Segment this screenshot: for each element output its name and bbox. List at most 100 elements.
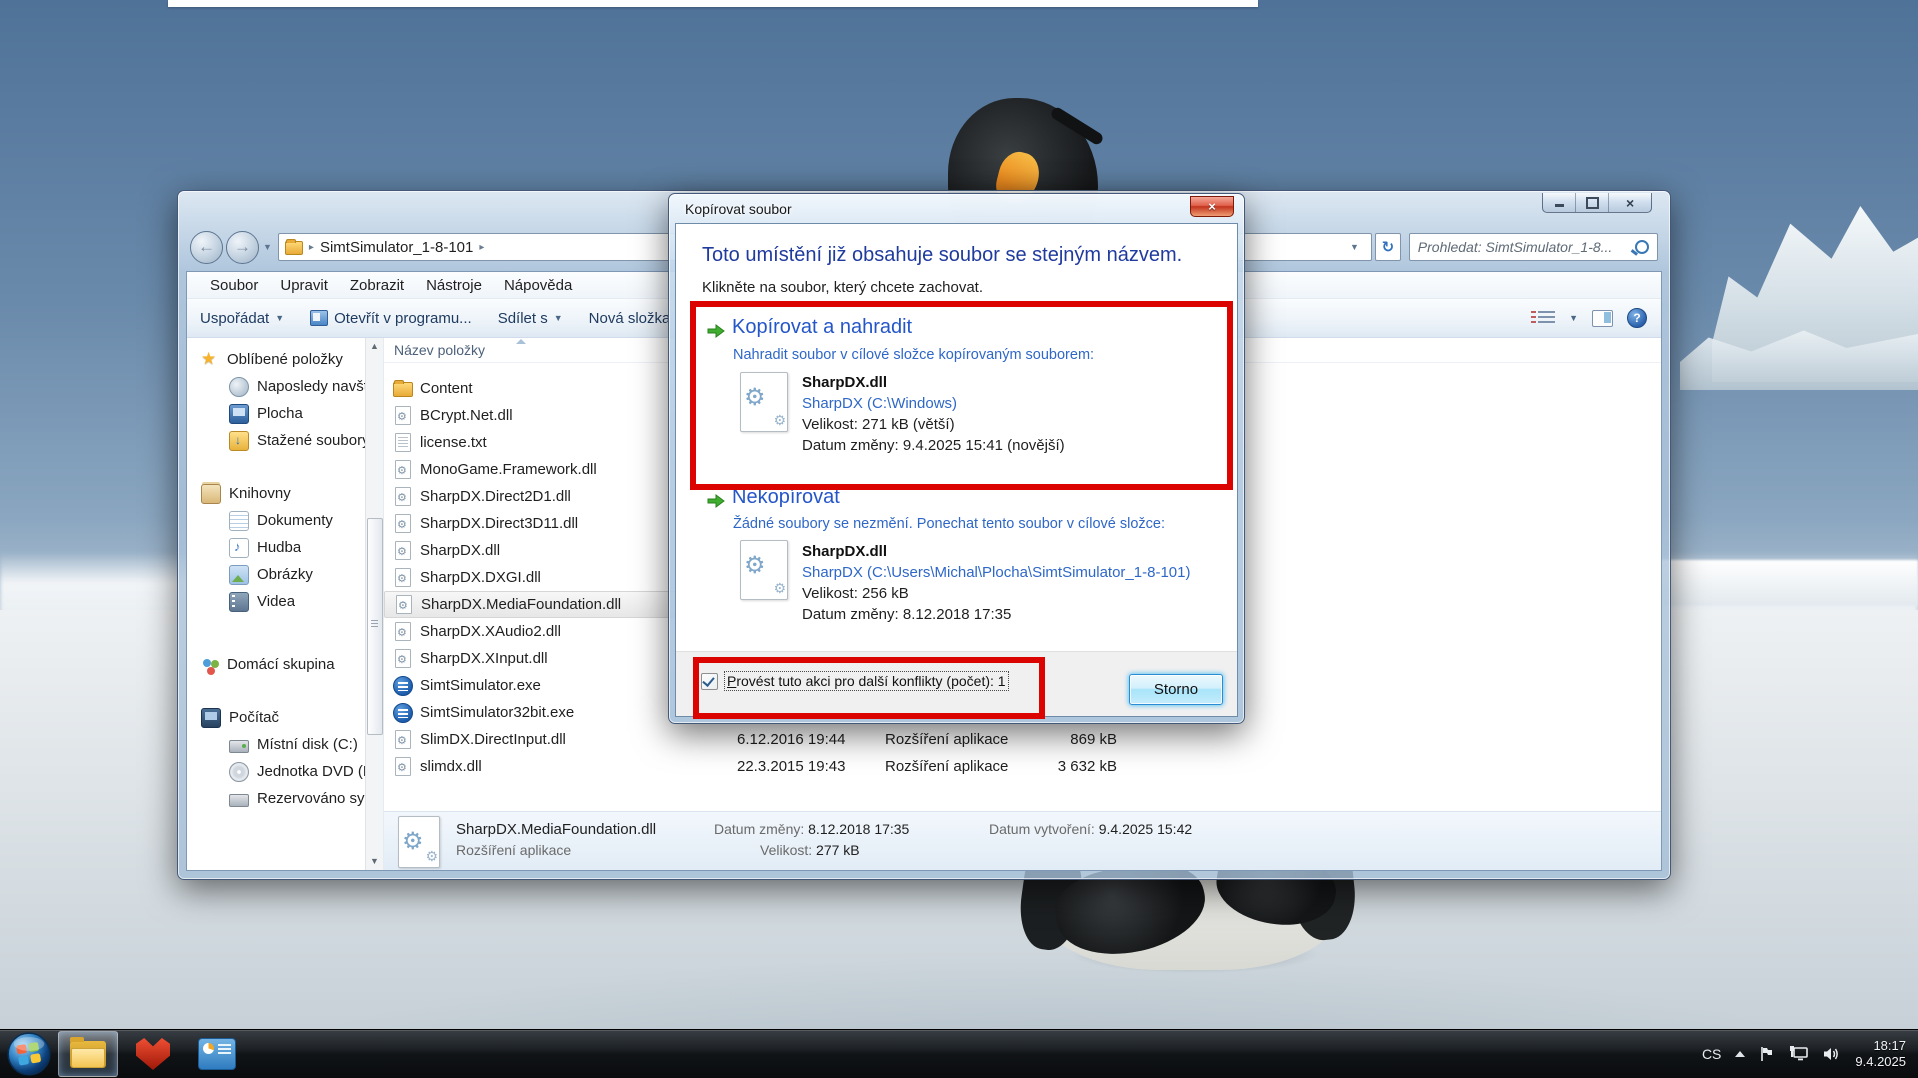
minimize-button[interactable] [1543,193,1576,212]
dialog-title: Kopírovat soubor [685,201,792,217]
dll-file-icon [395,406,411,425]
dialog-subheading: Klikněte na soubor, který chcete zachova… [702,279,983,296]
option-skip-desc: Žádné soubory se nezmění. Ponechat tento… [733,516,1165,532]
action-center-flag-icon[interactable] [1759,1046,1775,1062]
sidebar-group-favorites-star[interactable]: Oblíbené položky [187,346,383,373]
menu-item-soubor[interactable]: Soubor [199,277,269,294]
dll-file-icon [395,622,411,641]
apply-to-all-checkbox[interactable]: Provést tuto akci pro další konflikty (p… [701,672,1008,690]
folder-icon [285,241,303,255]
sidebar-item-label: Plocha [257,405,303,422]
sidebar-item-documents[interactable]: Dokumenty [187,507,383,534]
scroll-thumb[interactable] [367,518,383,735]
search-placeholder: Prohledat: SimtSimulator_1-8... [1418,239,1629,255]
close-icon: × [1626,196,1634,210]
details-created-label: Datum vytvoření: [989,821,1095,837]
clock-date: 9.4.2025 [1855,1054,1906,1070]
videos-icon [229,592,249,612]
address-dropdown-icon[interactable]: ▼ [1350,242,1359,252]
cancel-button[interactable]: Storno [1129,674,1223,705]
dialog-close-button[interactable]: × [1190,196,1234,217]
sidebar-item-downloads[interactable]: Stažené soubory [187,427,383,454]
green-arrow-icon [706,321,726,341]
back-button[interactable]: ← [190,231,223,264]
option-replace-title[interactable]: Kopírovat a nahradit [732,316,912,339]
language-indicator[interactable]: CS [1702,1046,1721,1062]
close-button[interactable]: × [1609,193,1651,212]
taskbar-app-button-red[interactable] [124,1032,182,1076]
green-arrow-icon [706,491,726,511]
checkbox-label[interactable]: Provést tuto akci pro další konflikty (p… [725,672,1008,690]
menu-item-zobrazit[interactable]: Zobrazit [339,277,415,294]
file-row[interactable]: slimdx.dll22.3.2015 19:43Rozšíření aplik… [384,753,1661,780]
views-dropdown-icon[interactable]: ▼ [1569,313,1578,323]
sidebar-group-libraries[interactable]: Knihovny [187,480,383,507]
refresh-button[interactable]: ↻ [1375,233,1401,261]
column-header-name[interactable]: Název položky [384,338,675,362]
sidebar-item-music[interactable]: Hudba [187,534,383,561]
sidebar-item-label: Dokumenty [257,512,333,529]
sidebar-item-hdd-reserved[interactable]: Rezervováno systémem [187,785,383,812]
desktop: × ← → ▼ ▸ SimtSimulator_1-8-101 ▸ ▼ ↻ Pr… [0,0,1918,1078]
maximize-icon [1586,197,1599,209]
breadcrumb-folder[interactable]: SimtSimulator_1-8-101 [320,239,473,256]
option-skip-title[interactable]: Nekopírovat [732,486,840,509]
sidebar-item-pictures[interactable]: Obrázky [187,561,383,588]
taskbar-explorer-button[interactable] [58,1031,118,1077]
checkbox-checked-icon[interactable] [701,673,718,690]
preview-pane-icon[interactable] [1592,310,1613,327]
dll-file-icon [396,595,412,614]
minimize-icon [1555,204,1564,207]
favorites-star-icon [201,351,219,369]
sidebar-item-label: Jednotka DVD (D:) [257,763,379,780]
share-button[interactable]: Sdílet s▼ [485,310,576,327]
nav-scrollbar[interactable]: ▲ ▼ [365,338,383,870]
file-col-type: Rozšíření aplikace [885,758,1008,775]
file-row[interactable]: SlimDX.DirectInput.dll6.12.2016 19:44Roz… [384,726,1661,753]
homegroup-icon [201,656,219,674]
help-icon[interactable]: ? [1627,308,1647,328]
replace-file-modified: Datum změny: 9.4.2025 15:41 (novější) [802,435,1065,456]
open-with-button[interactable]: Otevřít v programu... [297,310,485,327]
dll-file-icon [395,460,411,479]
scroll-up-icon[interactable]: ▲ [366,338,383,355]
volume-icon[interactable] [1823,1046,1841,1062]
network-icon[interactable] [1789,1046,1809,1062]
txt-file-icon [395,433,411,452]
show-hidden-icons-icon[interactable] [1735,1051,1745,1057]
dvd-icon [229,762,249,782]
sidebar-item-dvd[interactable]: Jednotka DVD (D:) [187,758,383,785]
folder-file-icon [393,382,413,397]
search-box[interactable]: Prohledat: SimtSimulator_1-8... [1409,233,1658,261]
menu-item-nastroje[interactable]: Nástroje [415,277,493,294]
sidebar-item-recent-places[interactable]: Naposledy navštívené [187,373,383,400]
history-dropdown-icon[interactable]: ▼ [263,242,272,252]
file-col-modified: 22.3.2015 19:43 [737,758,845,775]
recent-places-icon [229,377,249,397]
details-file-name: SharpDX.MediaFoundation.dll [456,821,656,838]
maximize-button[interactable] [1576,193,1609,212]
menu-item-napoveda[interactable]: Nápověda [493,277,583,294]
sidebar-item-videos[interactable]: Videa [187,588,383,615]
taskbar-clock[interactable]: 18:17 9.4.2025 [1855,1038,1906,1070]
organize-button[interactable]: Uspořádat▼ [187,310,297,327]
file-col-type: Rozšíření aplikace [885,731,1008,748]
sidebar-group-homegroup[interactable]: Domácí skupina [187,651,383,678]
taskbar-app-button-control[interactable] [188,1032,246,1076]
change-view-icon[interactable] [1538,311,1555,326]
skip-file-path: SharpDX (C:\Users\Michal\Plocha\SimtSimu… [802,562,1190,583]
menu-item-upravit[interactable]: Upravit [269,277,339,294]
red-app-icon [136,1038,170,1070]
sidebar-group-computer[interactable]: Počítač [187,704,383,731]
sidebar-item-hdd[interactable]: Místní disk (C:) [187,731,383,758]
option-replace-desc: Nahradit soubor v cílové složce kopírova… [733,347,1094,363]
scroll-down-icon[interactable]: ▼ [366,853,383,870]
start-button[interactable] [6,1031,52,1077]
downloads-icon [229,431,249,451]
forward-button[interactable]: → [226,231,259,264]
chevron-down-icon: ▼ [275,313,284,323]
exe-file-icon [393,676,413,696]
sidebar-item-desktop[interactable]: Plocha [187,400,383,427]
sidebar-group-label: Oblíbené položky [227,351,343,368]
clock-time: 18:17 [1855,1038,1906,1054]
